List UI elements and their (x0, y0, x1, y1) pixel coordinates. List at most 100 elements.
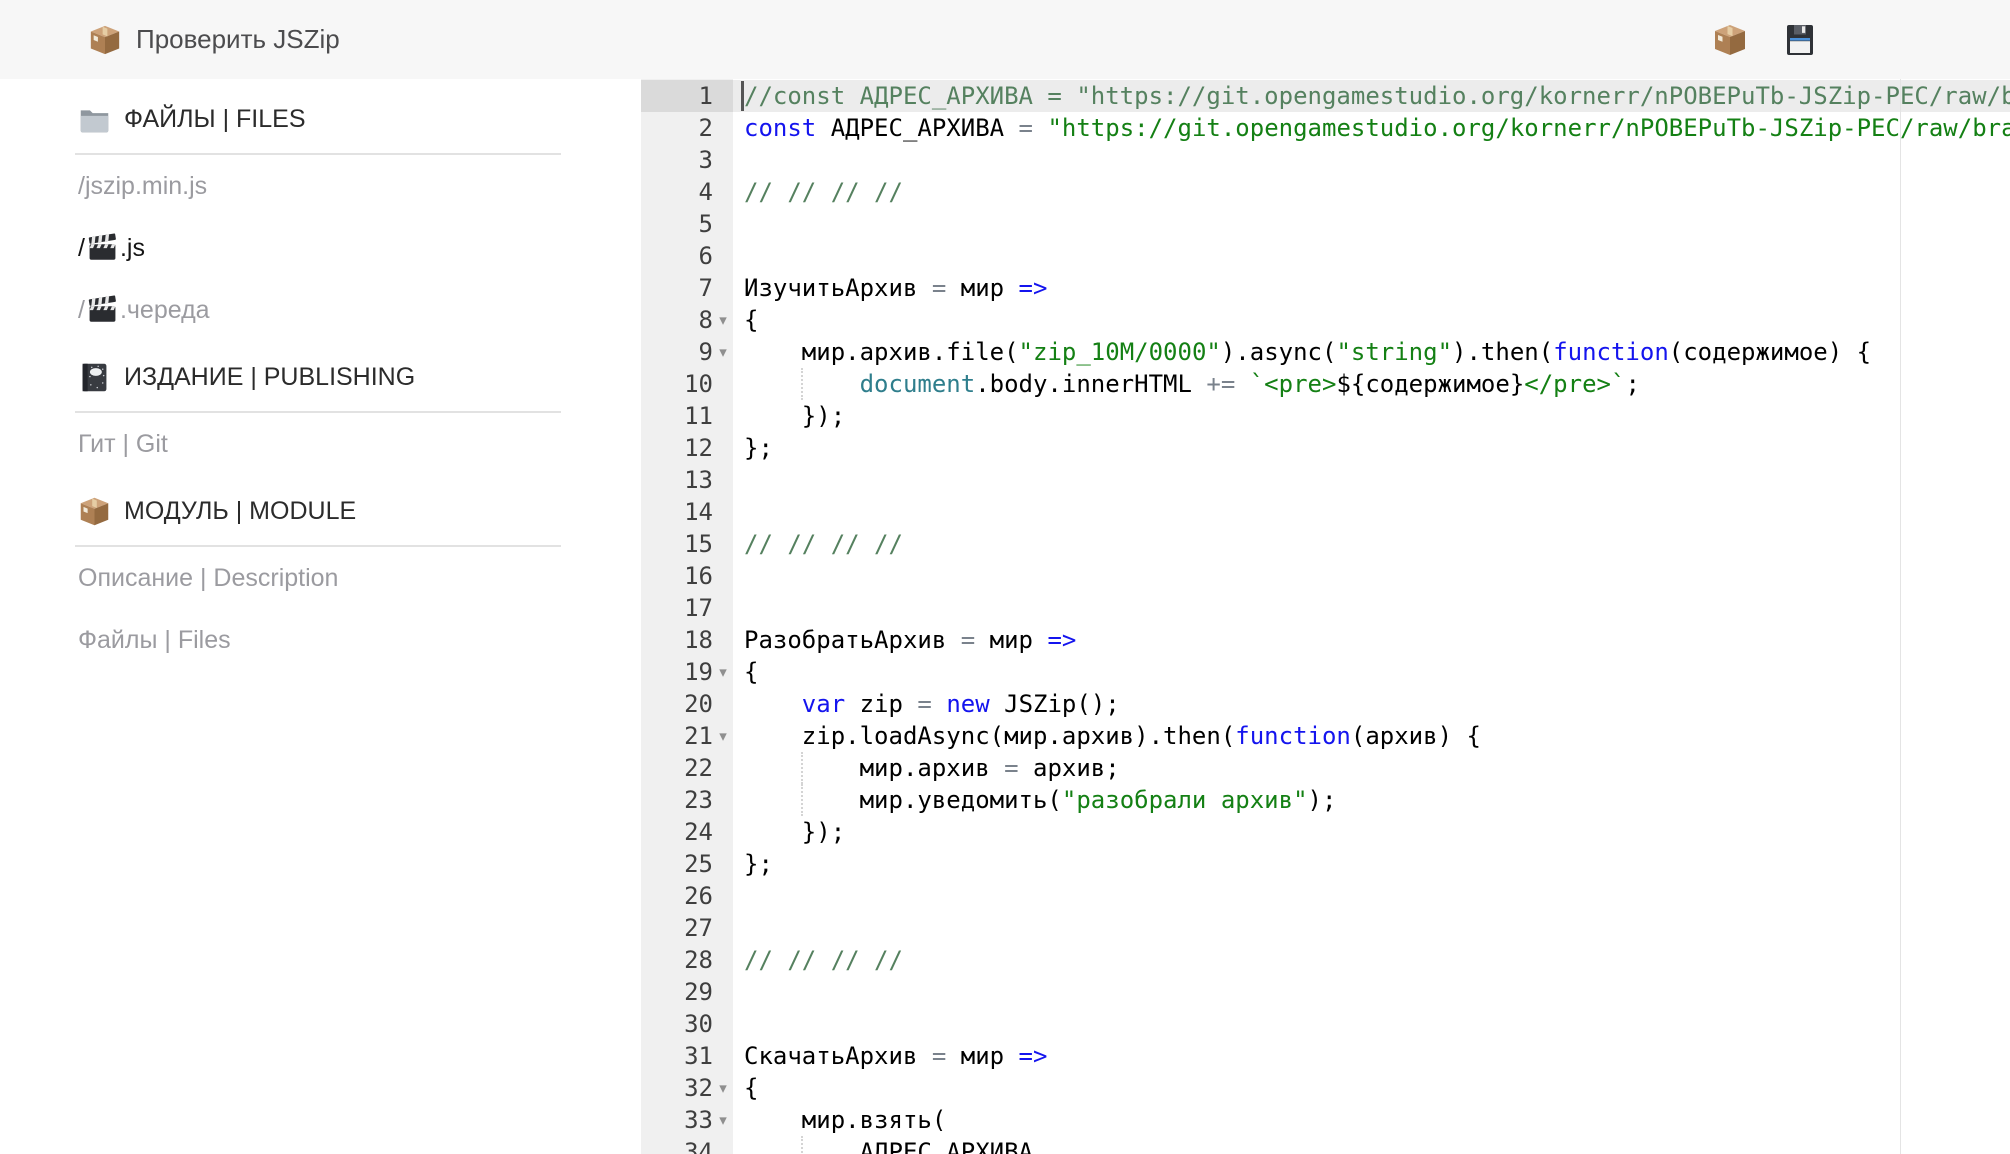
code-line[interactable] (733, 464, 2010, 496)
fold-spacer (713, 624, 733, 656)
code-token: const (744, 114, 816, 142)
code-line[interactable]: }; (733, 432, 2010, 464)
sidebar-item-label: Гит | Git (78, 430, 168, 459)
gutter-row: 25 (641, 848, 733, 880)
fold-toggle-icon[interactable]: ▾ (713, 720, 733, 752)
code-token: ).then( (1452, 338, 1553, 366)
fold-toggle-icon[interactable]: ▾ (713, 336, 733, 368)
code-token: мир.взять( (744, 1106, 946, 1134)
code-token: `<pre> (1250, 370, 1337, 398)
code-line[interactable] (733, 912, 2010, 944)
code-line[interactable] (733, 496, 2010, 528)
code-line[interactable] (733, 240, 2010, 272)
fold-spacer (713, 560, 733, 592)
code-line[interactable] (733, 144, 2010, 176)
fold-toggle-icon[interactable]: ▾ (713, 656, 733, 688)
code-line[interactable]: РазобратьАрхив = мир => (733, 624, 2010, 656)
code-line[interactable]: мир.уведомить("разобрали архив"); (733, 784, 2010, 816)
fold-toggle-icon[interactable]: ▾ (713, 1072, 733, 1104)
code-line[interactable]: document.body.innerHTML += `<pre>${содер… (733, 368, 2010, 400)
code-line[interactable]: { (733, 1072, 2010, 1104)
code-token: zip.loadAsync(мир.архив).then( (744, 722, 1235, 750)
package-icon (78, 495, 111, 528)
code-line[interactable]: мир.взять( (733, 1104, 2010, 1136)
gutter-row: 21▾ (641, 720, 733, 752)
page-title: Проверить JSZip (136, 24, 340, 55)
fold-toggle-icon[interactable]: ▾ (713, 304, 733, 336)
code-line[interactable] (733, 592, 2010, 624)
code-token: мир (946, 274, 1018, 302)
sidebar-item[interactable]: Гит | Git (0, 413, 641, 475)
code-token: </pre>` (1524, 370, 1625, 398)
code-token: }; (744, 850, 773, 878)
code-line[interactable]: }); (733, 816, 2010, 848)
sidebar-item[interactable]: Файлы | Files (0, 609, 641, 671)
gutter-row: 16 (641, 560, 733, 592)
code-line[interactable]: // // // // (733, 528, 2010, 560)
code-token: (содержимое) { (1669, 338, 1871, 366)
code-line[interactable] (733, 976, 2010, 1008)
gutter-row: 2 (641, 112, 733, 144)
code-editor[interactable]: 12345678▾9▾10111213141516171819▾2021▾222… (641, 79, 2010, 1154)
code-token: }); (744, 818, 845, 846)
code-line[interactable]: АДРЕС_АРХИВА (733, 1136, 2010, 1154)
line-number: 31 (641, 1040, 713, 1072)
folder-icon (78, 103, 111, 136)
line-number: 15 (641, 528, 713, 560)
package-icon[interactable] (1712, 22, 1748, 58)
editor-gutter: 12345678▾9▾10111213141516171819▾2021▾222… (641, 79, 733, 1154)
code-token: = (932, 274, 946, 302)
gutter-row: 10 (641, 368, 733, 400)
code-line[interactable]: { (733, 656, 2010, 688)
code-line[interactable]: мир.архив = архив; (733, 752, 2010, 784)
code-line[interactable]: }); (733, 400, 2010, 432)
code-token: РазобратьАрхив (744, 626, 961, 654)
fold-toggle-icon[interactable]: ▾ (713, 1104, 733, 1136)
code-line[interactable]: const АДРЕС_АРХИВА = "https://git.openga… (733, 112, 2010, 144)
code-token: мир.уведомить( (744, 786, 1062, 814)
sidebar-item[interactable]: /.череда (0, 279, 641, 341)
code-line[interactable]: СкачатьАрхив = мир => (733, 1040, 2010, 1072)
code-token: АДРЕС_АРХИВА (816, 114, 1018, 142)
code-token: "zip_10M/0000" (1019, 338, 1221, 366)
code-line[interactable] (733, 208, 2010, 240)
code-line[interactable]: мир.архив.file("zip_10M/0000").async("st… (733, 336, 2010, 368)
code-token (744, 370, 860, 398)
fold-spacer (713, 432, 733, 464)
code-token: мир.архив.file( (744, 338, 1019, 366)
code-line[interactable]: ИзучитьАрхив = мир => (733, 272, 2010, 304)
line-number: 18 (641, 624, 713, 656)
gutter-row: 7 (641, 272, 733, 304)
line-number: 11 (641, 400, 713, 432)
code-line[interactable]: zip.loadAsync(мир.архив).then(function(а… (733, 720, 2010, 752)
code-token: function (1553, 338, 1669, 366)
code-line[interactable] (733, 880, 2010, 912)
code-line[interactable]: { (733, 304, 2010, 336)
gutter-row: 19▾ (641, 656, 733, 688)
gutter-row: 13 (641, 464, 733, 496)
code-pane[interactable]: //const АДРЕС_АРХИВА = "https://git.open… (733, 79, 2010, 1154)
code-token: { (744, 1074, 758, 1102)
line-number: 20 (641, 688, 713, 720)
code-line[interactable]: // // // // (733, 944, 2010, 976)
code-token: "https://git.opengamestudio.org/kornerr/… (1047, 114, 2010, 142)
fold-spacer (713, 496, 733, 528)
sidebar-item-label: / (78, 234, 85, 263)
line-number: 4 (641, 176, 713, 208)
sidebar-item[interactable]: /.js (0, 217, 641, 279)
gutter-row: 28 (641, 944, 733, 976)
sidebar-item[interactable]: /jszip.min.js (0, 155, 641, 217)
code-line[interactable]: //const АДРЕС_АРХИВА = "https://git.open… (733, 80, 2010, 112)
code-line[interactable]: var zip = new JSZip(); (733, 688, 2010, 720)
sidebar: ФАЙЛЫ | FILES/jszip.min.js/.js/.чередаИЗ… (0, 79, 641, 1154)
fold-spacer (713, 1040, 733, 1072)
notebook-icon (78, 361, 111, 394)
floppy-icon[interactable] (1782, 22, 1818, 58)
code-line[interactable]: // // // // (733, 176, 2010, 208)
sidebar-item[interactable]: Описание | Description (0, 547, 641, 609)
code-line[interactable] (733, 1008, 2010, 1040)
code-line[interactable]: }; (733, 848, 2010, 880)
code-line[interactable] (733, 560, 2010, 592)
sidebar-item-label: Описание | Description (78, 564, 338, 593)
clapperboard-icon (87, 233, 118, 264)
